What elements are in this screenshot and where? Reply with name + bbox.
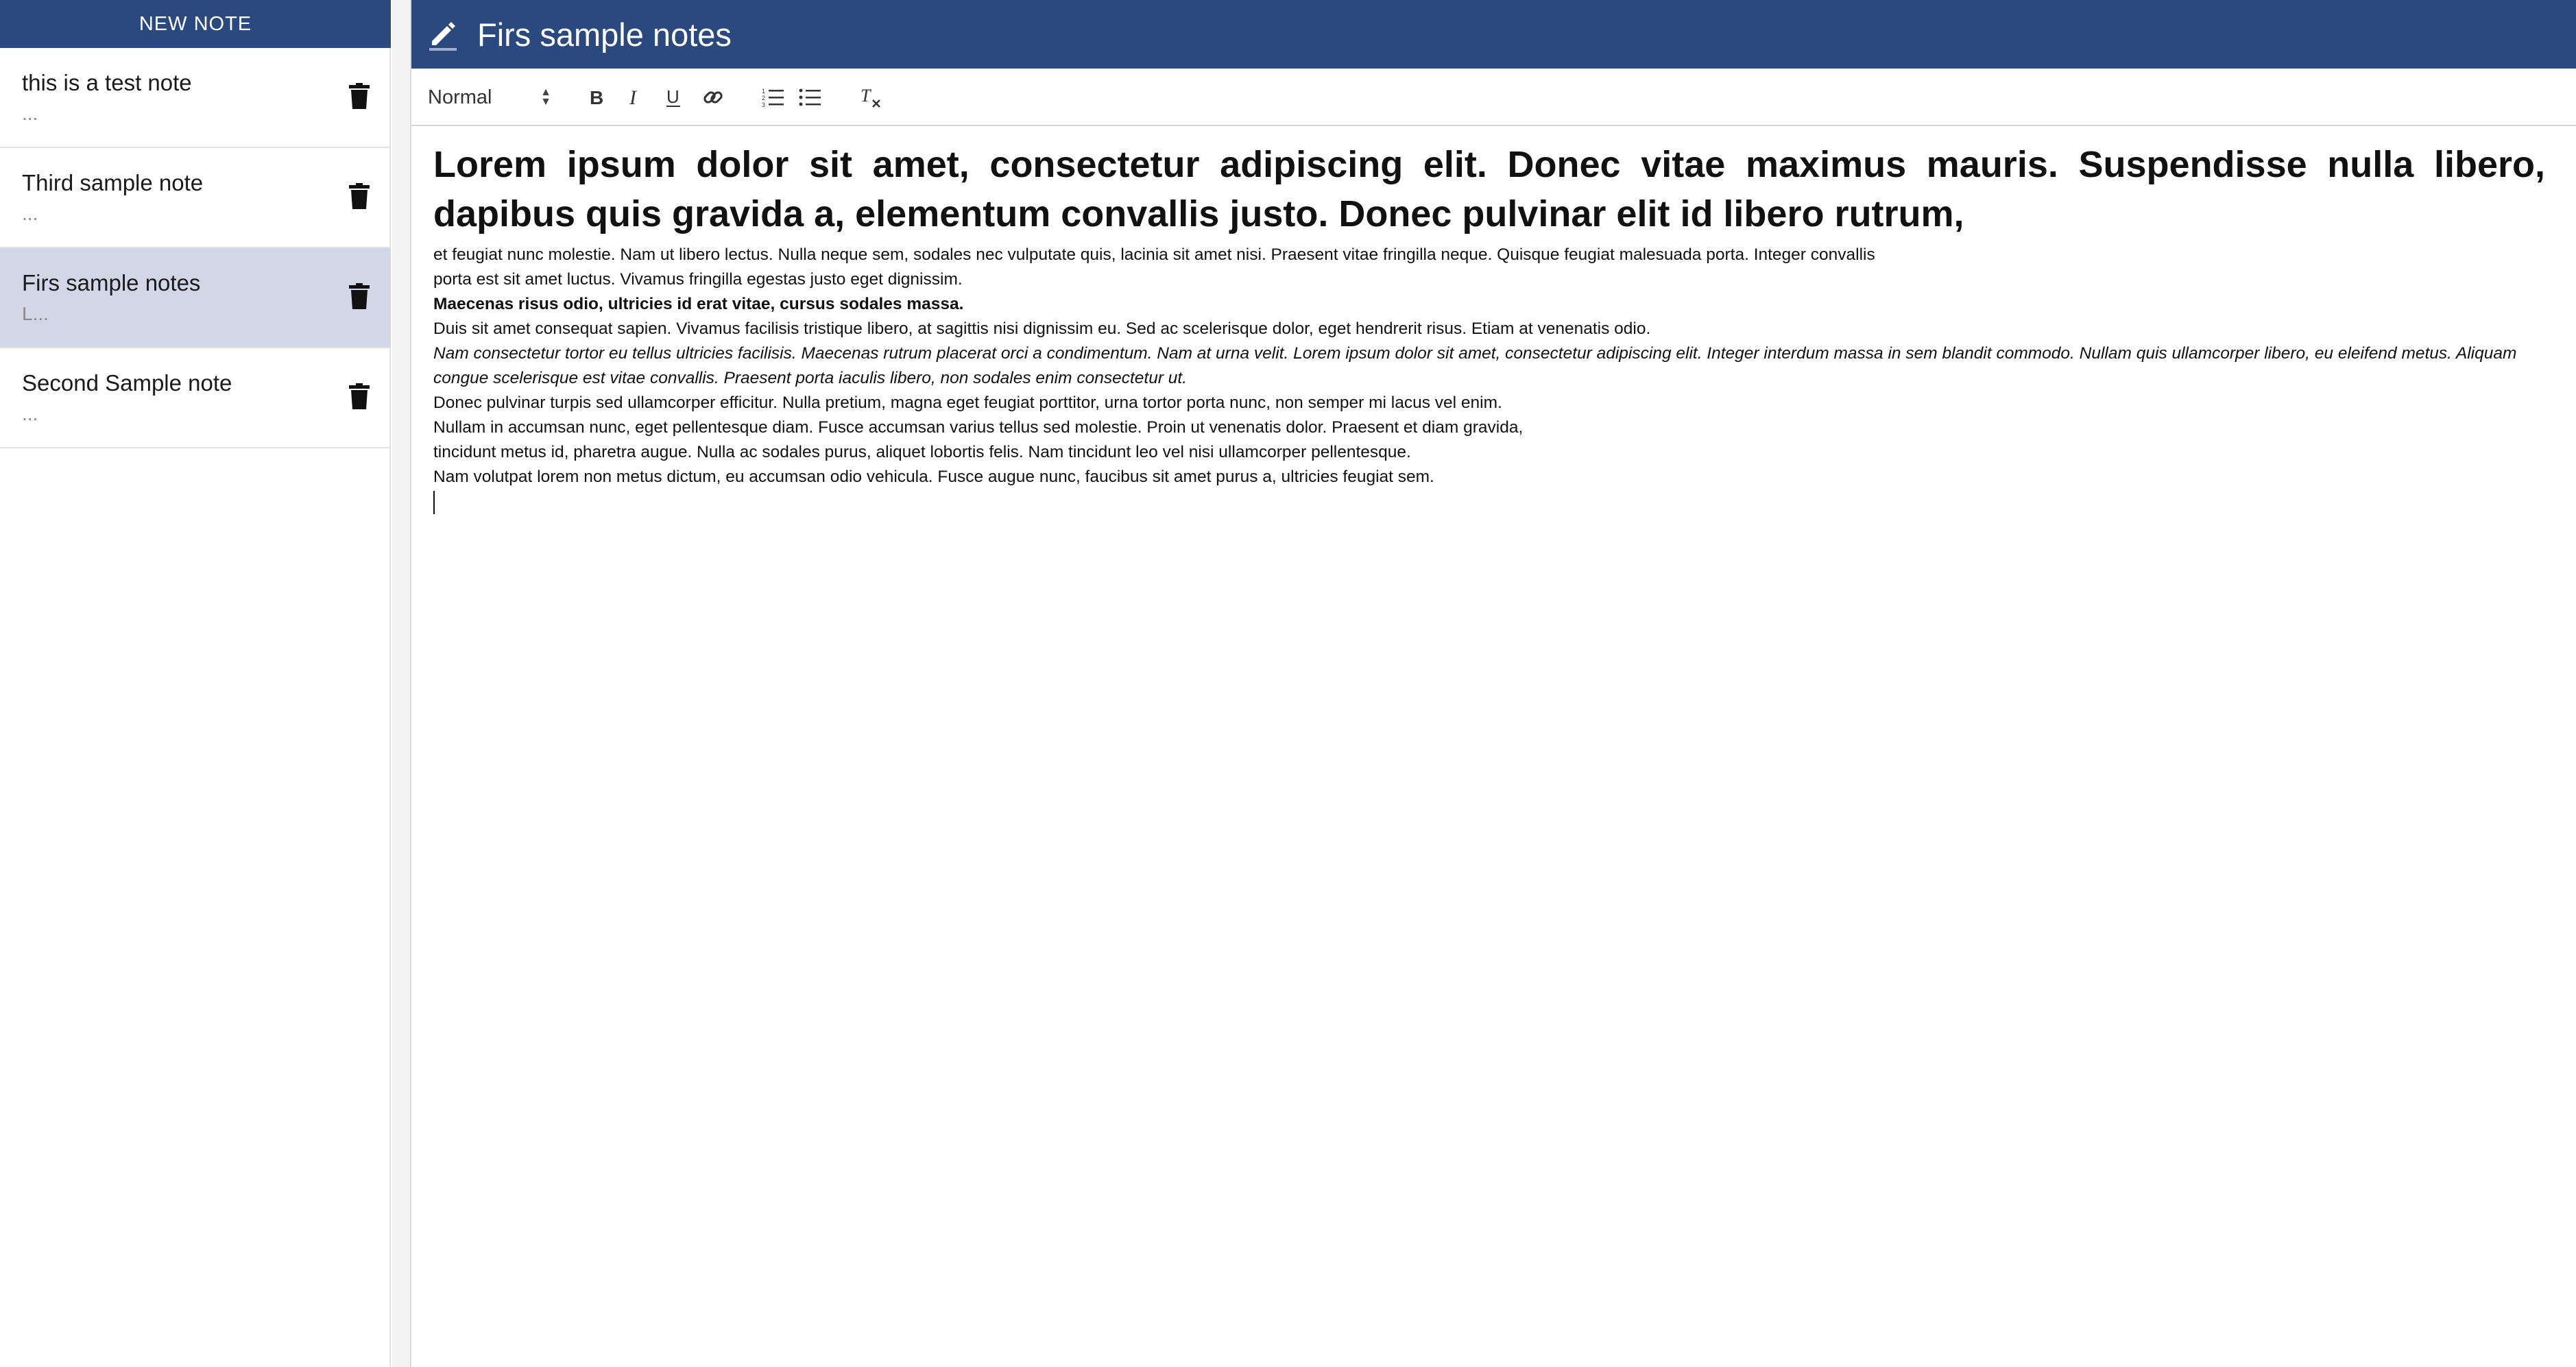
svg-text:U: U bbox=[666, 86, 679, 107]
note-list-item-selected[interactable]: Firs sample notes L... bbox=[0, 248, 391, 348]
svg-text:1: 1 bbox=[762, 88, 765, 95]
note-list-item[interactable]: this is a test note ... bbox=[0, 48, 391, 148]
editor-paragraph-italic: Nam consectetur tortor eu tellus ultrici… bbox=[433, 344, 2517, 387]
notes-app: NEW NOTE this is a test note ... Third s… bbox=[0, 0, 2576, 1367]
bold-icon[interactable]: B bbox=[583, 80, 610, 115]
underline-icon[interactable]: U bbox=[660, 80, 687, 115]
note-item-preview: ... bbox=[22, 403, 38, 424]
svg-text:2: 2 bbox=[762, 95, 765, 101]
editor-paragraph: Nullam in accumsan nunc, eget pellentesq… bbox=[433, 418, 1524, 437]
trash-icon[interactable] bbox=[340, 177, 378, 215]
sidebar: NEW NOTE this is a test note ... Third s… bbox=[0, 0, 391, 1367]
editor-paragraph: Nam volutpat lorem non metus dictum, eu … bbox=[433, 468, 1434, 486]
note-item-preview: L... bbox=[22, 303, 49, 324]
editor-paragraph: tincidunt metus id, pharetra augue. Null… bbox=[433, 443, 1411, 461]
note-list-item[interactable]: Third sample note ... bbox=[0, 148, 391, 248]
rich-text-editor[interactable]: Lorem ipsum dolor sit amet, consectetur … bbox=[433, 140, 2545, 514]
editor-paragraph: Duis sit amet consequat sapien. Vivamus … bbox=[433, 319, 1651, 338]
svg-text:T: T bbox=[860, 86, 871, 106]
bullet-list-icon[interactable] bbox=[795, 80, 826, 115]
format-select-value: Normal bbox=[428, 86, 492, 108]
note-header: Firs sample notes bbox=[411, 0, 2576, 69]
note-title[interactable]: Firs sample notes bbox=[477, 16, 732, 53]
new-note-button[interactable]: NEW NOTE bbox=[0, 0, 391, 48]
svg-text:3: 3 bbox=[762, 101, 765, 108]
clear-format-icon[interactable]: T bbox=[856, 80, 886, 115]
editor-pane: Firs sample notes Normal ▲ ▼ B I U 123 T… bbox=[411, 0, 2576, 1367]
note-item-title: this is a test note bbox=[22, 70, 192, 95]
trash-icon[interactable] bbox=[340, 77, 378, 115]
note-list-item[interactable]: Second Sample note ... bbox=[0, 348, 391, 448]
editor-paragraph: porta est sit amet luctus. Vivamus fring… bbox=[433, 270, 963, 289]
editor-heading: Lorem ipsum dolor sit amet, consectetur … bbox=[433, 144, 2545, 234]
editor-paragraph-bold: Maecenas risus odio, ultricies id erat v… bbox=[433, 295, 964, 313]
note-item-preview: ... bbox=[22, 103, 38, 124]
link-icon[interactable] bbox=[698, 80, 728, 115]
text-caret bbox=[433, 491, 435, 514]
trash-icon[interactable] bbox=[340, 277, 378, 315]
format-select[interactable]: Normal ▲ ▼ bbox=[428, 80, 551, 115]
svg-text:B: B bbox=[590, 87, 603, 108]
ordered-list-icon[interactable]: 123 bbox=[758, 80, 789, 115]
note-item-title: Second Sample note bbox=[22, 370, 232, 396]
trash-icon[interactable] bbox=[340, 377, 378, 415]
editor-paragraph: Donec pulvinar turpis sed ullamcorper ef… bbox=[433, 394, 1502, 412]
editor-paragraph: et feugiat nunc molestie. Nam ut libero … bbox=[433, 245, 1875, 264]
divider bbox=[392, 0, 411, 1367]
pencil-icon bbox=[422, 14, 464, 55]
select-arrows-icon: ▲ ▼ bbox=[540, 86, 551, 108]
note-item-title: Firs sample notes bbox=[22, 270, 201, 295]
editor-toolbar: Normal ▲ ▼ B I U 123 T bbox=[411, 69, 2576, 126]
svg-text:I: I bbox=[629, 87, 638, 108]
note-item-title: Third sample note bbox=[22, 170, 204, 195]
note-item-preview: ... bbox=[22, 203, 38, 224]
italic-icon[interactable]: I bbox=[621, 80, 649, 115]
